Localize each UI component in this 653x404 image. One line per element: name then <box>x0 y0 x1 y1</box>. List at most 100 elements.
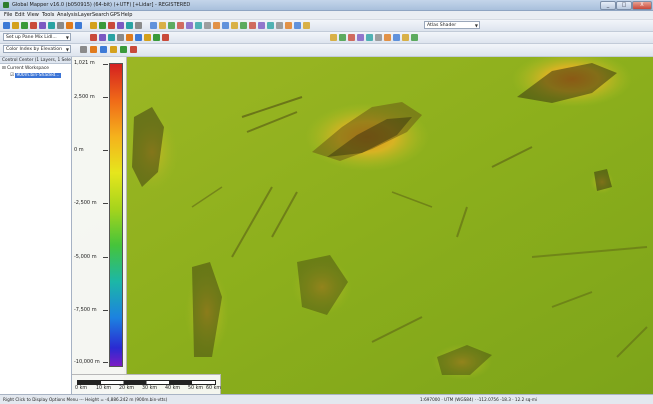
tool-icon[interactable] <box>159 22 166 29</box>
scale-label: 10 km <box>96 386 112 391</box>
script-icon[interactable] <box>135 22 142 29</box>
scale-bar: 0 km 10 km 20 km 30 km 40 km 50 km 60 km <box>72 374 221 394</box>
tool-icon[interactable] <box>366 34 373 41</box>
elevation-legend: 1,021 m 2,500 m 0 m -2,500 m -5,000 m -7… <box>72 57 127 374</box>
tool-icon[interactable] <box>276 22 283 29</box>
tool-icon[interactable] <box>294 22 301 29</box>
tool-icon[interactable] <box>204 22 211 29</box>
elevation-color-select[interactable]: Color Index by Elevation ▼ <box>3 45 71 53</box>
workspace-node[interactable]: ⊟ Current Workspace <box>2 66 49 71</box>
minimize-button[interactable]: _ <box>600 1 616 10</box>
select-icon[interactable] <box>90 22 97 29</box>
menu-edit[interactable]: Edit <box>15 12 25 18</box>
expand-icon[interactable]: ⊟ <box>2 66 6 71</box>
status-bar: Right Click to Display Options Menu --- … <box>0 394 653 404</box>
control-center-header: Control Center (1 Layers, 1 Selec... <box>0 57 71 64</box>
contour-icon[interactable] <box>130 46 137 53</box>
layer-node[interactable]: ☑ 900m.bin-Shaded... <box>10 73 61 78</box>
tool-icon[interactable] <box>348 34 355 41</box>
shader-icon[interactable] <box>110 46 117 53</box>
globe-icon[interactable] <box>108 22 115 29</box>
menu-help[interactable]: Help <box>121 12 132 18</box>
tool-icon[interactable] <box>384 34 391 41</box>
menu-search[interactable]: Search <box>92 12 109 18</box>
legend-tick <box>103 310 108 311</box>
tool-icon[interactable] <box>330 34 337 41</box>
menu-view[interactable]: View <box>27 12 39 18</box>
layer-icon[interactable] <box>126 22 133 29</box>
toolbar-row-2: Set up Pane Mix Lidl... ▼ <box>0 32 653 44</box>
path-icon[interactable] <box>162 34 169 41</box>
open-icon[interactable] <box>3 22 10 29</box>
task-select[interactable]: Set up Pane Mix Lidl... ▼ <box>3 33 71 41</box>
status-right: 1:697000 · UTM (WGS84) · -112.0756 -18.3… <box>420 397 538 402</box>
point-icon[interactable] <box>126 34 133 41</box>
feature-icon[interactable] <box>108 34 115 41</box>
menu-file[interactable]: File <box>4 12 12 18</box>
tool-icon[interactable] <box>402 34 409 41</box>
tools-icon[interactable] <box>21 22 28 29</box>
menu-analysis[interactable]: Analysis <box>57 12 78 18</box>
chevron-down-icon: ▼ <box>474 23 478 28</box>
tool-icon[interactable] <box>240 22 247 29</box>
gps-icon[interactable] <box>144 34 151 41</box>
map-view[interactable]: 1,021 m 2,500 m 0 m -2,500 m -5,000 m -7… <box>72 57 653 394</box>
tool-icon[interactable] <box>195 22 202 29</box>
menu-tools[interactable]: Tools <box>42 12 54 18</box>
vertex-icon[interactable] <box>153 34 160 41</box>
measure-icon[interactable] <box>39 22 46 29</box>
tool-icon[interactable] <box>285 22 292 29</box>
toolbar-row-1: Atlas Shader ▼ <box>0 20 653 32</box>
elevation-color-select-value: Color Index by Elevation <box>6 47 62 52</box>
draw-icon[interactable] <box>90 34 97 41</box>
tool-icon[interactable] <box>393 34 400 41</box>
tool-icon[interactable] <box>231 22 238 29</box>
maximize-button[interactable]: □ <box>616 1 632 10</box>
zoom-in-icon[interactable] <box>48 22 55 29</box>
legend-tick <box>103 150 108 151</box>
tool-icon[interactable] <box>411 34 418 41</box>
tool-icon[interactable] <box>357 34 364 41</box>
tool-icon[interactable] <box>213 22 220 29</box>
legend-label-neg5000: -5,000 m <box>74 254 97 260</box>
close-button[interactable]: X <box>632 1 652 10</box>
scale-label: 50 km <box>188 386 204 391</box>
menu-gps[interactable]: GPS <box>110 12 120 18</box>
view-3d-icon[interactable] <box>117 22 124 29</box>
tool-icon[interactable] <box>177 22 184 29</box>
tool-icon[interactable] <box>375 34 382 41</box>
color-ramp <box>109 63 123 367</box>
scale-label: 20 km <box>119 386 135 391</box>
line-icon[interactable] <box>99 34 106 41</box>
tool-icon[interactable] <box>249 22 256 29</box>
legend-label-2500: 2,500 m <box>74 94 95 100</box>
tool-icon[interactable] <box>339 34 346 41</box>
layer-checkbox[interactable]: ☑ <box>10 73 14 78</box>
tool-icon[interactable] <box>267 22 274 29</box>
grid-icon[interactable] <box>120 46 127 53</box>
edit-icon[interactable] <box>135 34 142 41</box>
zoom-out-icon[interactable] <box>57 22 64 29</box>
menu-layer[interactable]: Layer <box>78 12 92 18</box>
application-window: Global Mapper v16.0 (b050915) (64-bit) (… <box>0 0 653 404</box>
gear-icon[interactable] <box>80 46 87 53</box>
tool-icon[interactable] <box>168 22 175 29</box>
legend-label-top: 1,021 m <box>74 60 95 66</box>
info-icon[interactable] <box>99 22 106 29</box>
home-icon[interactable] <box>75 22 82 29</box>
scale-label: 40 km <box>165 386 181 391</box>
shape-icon[interactable] <box>117 34 124 41</box>
tool-icon[interactable] <box>222 22 229 29</box>
tool-icon[interactable] <box>150 22 157 29</box>
tool-icon[interactable] <box>186 22 193 29</box>
shader-select[interactable]: Atlas Shader ▼ <box>424 21 480 29</box>
save-icon[interactable] <box>12 22 19 29</box>
window-title: Global Mapper v16.0 (b050915) (64-bit) (… <box>12 2 191 8</box>
tool-icon[interactable] <box>303 22 310 29</box>
legend-icon[interactable] <box>90 46 97 53</box>
digitizer-icon[interactable] <box>30 22 37 29</box>
elevation-icon[interactable] <box>100 46 107 53</box>
legend-label-neg2500: -2,500 m <box>74 200 97 206</box>
pan-icon[interactable] <box>66 22 73 29</box>
tool-icon[interactable] <box>258 22 265 29</box>
